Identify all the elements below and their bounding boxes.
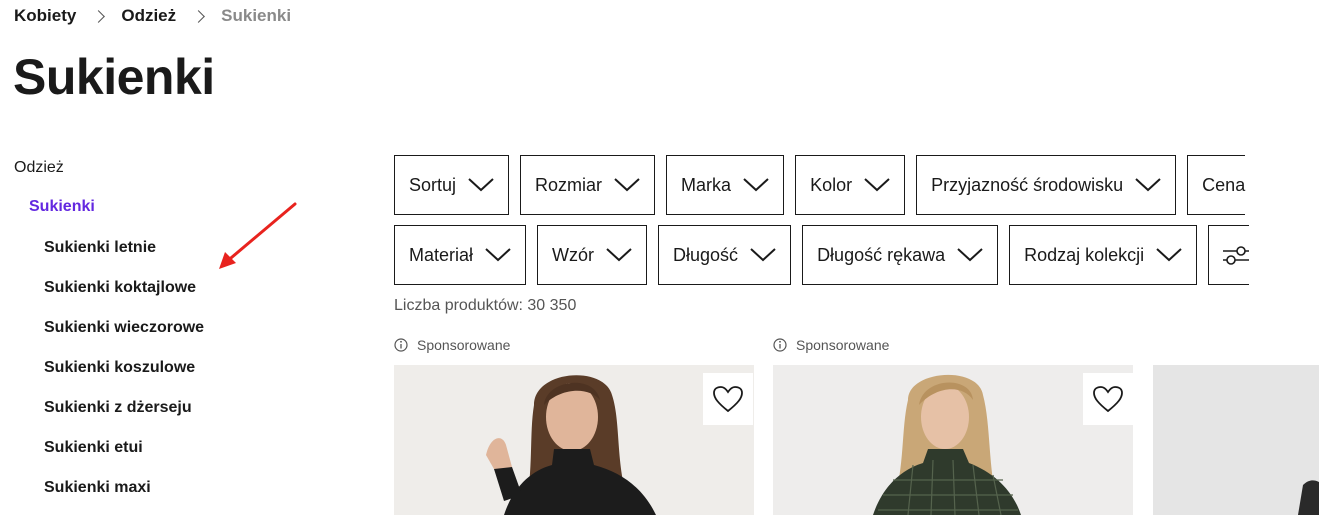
sidebar-item-sukienki[interactable]: Sukienki	[29, 198, 95, 216]
chevron-down-icon	[468, 178, 494, 192]
breadcrumb-kobiety[interactable]: Kobiety	[14, 6, 76, 26]
product-count: Liczba produktów: 30 350	[394, 297, 577, 314]
info-icon[interactable]	[394, 338, 408, 352]
filter-label: Rozmiar	[535, 174, 603, 195]
filter-row-2: Materiał Wzór Długość Długość rękawa Rod…	[394, 225, 1250, 285]
filter-label: Cena	[1202, 174, 1246, 195]
filter-kolor[interactable]: Kolor	[795, 155, 906, 215]
filter-dlugosc[interactable]: Długość	[658, 225, 792, 285]
annotation-arrow-icon	[219, 202, 297, 269]
filter-wzor[interactable]: Wzór	[537, 225, 648, 285]
filter-label: Długość rękawa	[817, 244, 946, 265]
breadcrumb-sukienki: Sukienki	[221, 6, 292, 25]
product-image	[1153, 365, 1319, 515]
chevron-down-icon	[1135, 178, 1161, 192]
heart-icon	[1093, 386, 1123, 413]
filter-row-1: Sortuj Rozmiar Marka Kolor Przyjazność ś…	[394, 155, 1246, 215]
breadcrumb: Kobiety Odzież Sukienki	[14, 5, 291, 27]
chevron-down-icon	[957, 248, 983, 262]
sponsored-label: Sponsorowane	[773, 337, 889, 353]
wishlist-heart-button[interactable]	[703, 373, 753, 425]
chevron-down-icon	[864, 178, 890, 192]
sidebar-item-sukienki-koszulowe[interactable]: Sukienki koszulowe	[44, 359, 195, 377]
chevron-down-icon	[614, 178, 640, 192]
filter-label: Materiał	[409, 244, 474, 265]
all-filters-button[interactable]	[1208, 225, 1250, 285]
heart-icon	[713, 386, 743, 413]
sponsored-text: Sponsorowane	[417, 337, 511, 353]
chevron-right-icon	[92, 9, 106, 23]
product-image	[394, 365, 754, 515]
filter-dlugosc-rekawa[interactable]: Długość rękawa	[802, 225, 999, 285]
sidebar-item-sukienki-letnie[interactable]: Sukienki letnie	[44, 239, 156, 257]
product-card[interactable]	[394, 365, 754, 515]
chevron-down-icon	[743, 178, 769, 192]
filter-sortuj[interactable]: Sortuj	[394, 155, 510, 215]
product-card[interactable]	[1153, 365, 1319, 515]
filter-label: Wzór	[552, 244, 595, 265]
breadcrumb-odziez[interactable]: Odzież	[121, 6, 176, 26]
filter-rodzaj-kolekcji[interactable]: Rodzaj kolekcji	[1009, 225, 1198, 285]
filter-sliders-icon	[1223, 246, 1250, 265]
filter-label: Marka	[681, 174, 732, 195]
sidebar-item-sukienki-etui[interactable]: Sukienki etui	[44, 439, 143, 457]
sidebar-item-sukienki-z-dzerseju[interactable]: Sukienki z dżerseju	[44, 399, 192, 417]
filter-rozmiar[interactable]: Rozmiar	[520, 155, 656, 215]
wishlist-heart-button[interactable]	[1083, 373, 1133, 425]
sidebar-item-sukienki-maxi[interactable]: Sukienki maxi	[44, 479, 151, 497]
sidebar-item-sukienki-wieczorowe[interactable]: Sukienki wieczorowe	[44, 319, 204, 337]
page-title: Sukienki	[13, 49, 215, 105]
filter-label: Długość	[673, 244, 739, 265]
product-card[interactable]	[773, 365, 1133, 515]
sidebar-item-odziez[interactable]: Odzież	[14, 159, 64, 177]
filter-material[interactable]: Materiał	[394, 225, 527, 285]
chevron-down-icon	[485, 248, 511, 262]
chevron-down-icon	[750, 248, 776, 262]
filter-label: Przyjazność środowisku	[931, 174, 1124, 195]
filter-label: Sortuj	[409, 174, 457, 195]
filter-marka[interactable]: Marka	[666, 155, 785, 215]
filter-label: Kolor	[810, 174, 853, 195]
filter-cena[interactable]: Cena	[1187, 155, 1246, 215]
filter-przyjaznosc-srodowisku[interactable]: Przyjazność środowisku	[916, 155, 1177, 215]
chevron-down-icon	[606, 248, 632, 262]
info-icon[interactable]	[773, 338, 787, 352]
sponsored-label: Sponsorowane	[394, 337, 510, 353]
sidebar-item-sukienki-koktajlowe[interactable]: Sukienki koktajlowe	[44, 279, 196, 297]
chevron-down-icon	[1156, 248, 1182, 262]
sponsored-text: Sponsorowane	[796, 337, 890, 353]
filter-label: Rodzaj kolekcji	[1024, 244, 1145, 265]
chevron-right-icon	[192, 9, 206, 23]
product-image	[773, 365, 1133, 515]
